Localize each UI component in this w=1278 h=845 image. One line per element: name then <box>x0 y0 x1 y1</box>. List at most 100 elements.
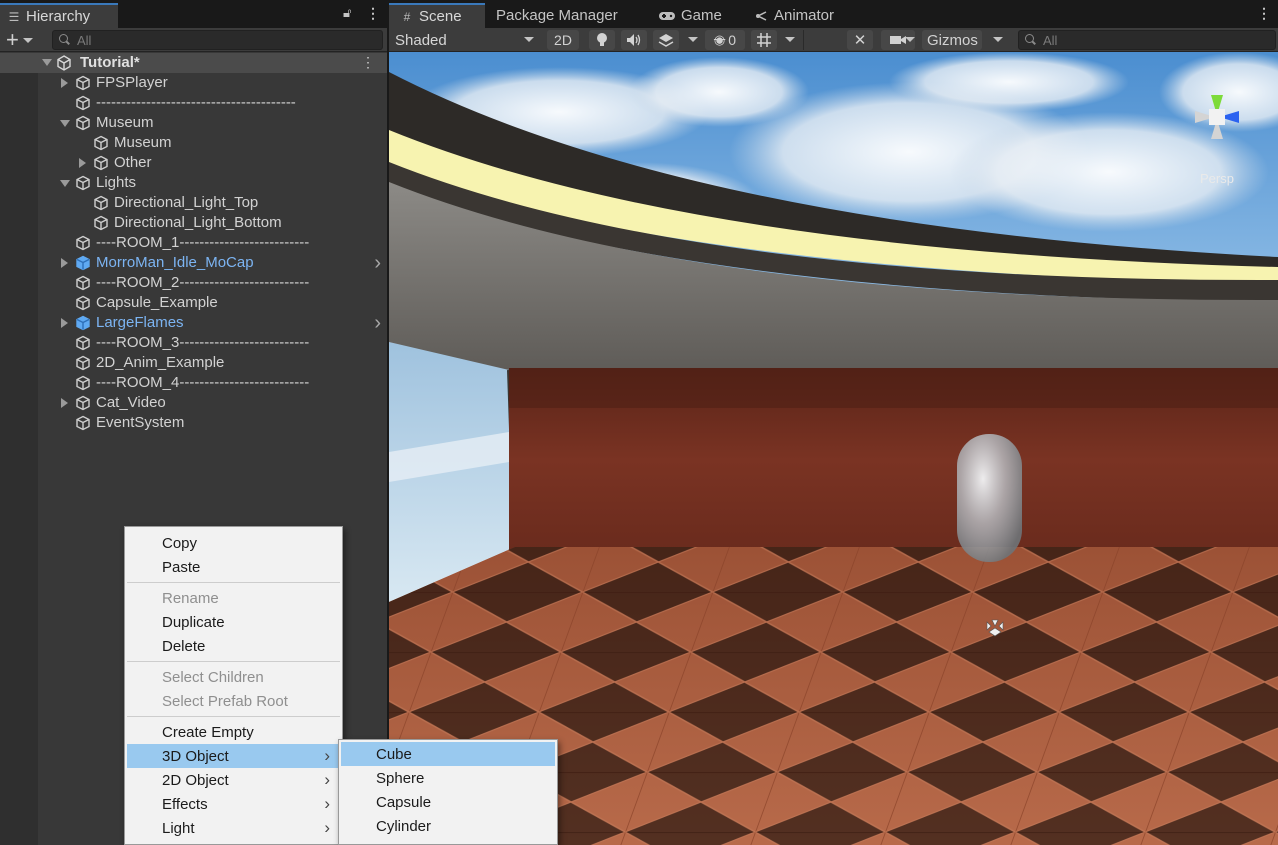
gameobject-cube-icon <box>93 135 109 151</box>
menu-item-label: Rename <box>162 589 219 607</box>
hierarchy-item[interactable]: ----ROOM_3-------------------------- <box>0 333 387 353</box>
chevron-down-icon <box>22 37 33 43</box>
tab-hierarchy-label: Hierarchy <box>26 8 91 25</box>
hierarchy-item[interactable]: Cat_Video <box>0 393 387 413</box>
menu-item-paste[interactable]: Paste <box>127 555 340 579</box>
submenu-item-sphere[interactable]: Sphere <box>341 766 555 790</box>
shading-mode-dropdown[interactable]: Shaded <box>389 30 539 50</box>
expand-arrow-icon[interactable] <box>79 158 86 168</box>
toolbar-separator <box>803 30 804 50</box>
menu-item-duplicate[interactable]: Duplicate <box>127 610 340 634</box>
menu-item-label: Copy <box>162 534 198 552</box>
lighting-toggle[interactable] <box>589 30 615 50</box>
hierarchy-item[interactable]: ----ROOM_4-------------------------- <box>0 373 387 393</box>
add-object-button[interactable]: + <box>6 28 33 52</box>
menu-item-label: Effects <box>162 795 208 813</box>
menu-item-3d-object[interactable]: 3D Object › <box>127 744 340 768</box>
prefab-open-chevron-icon[interactable]: › <box>374 312 381 335</box>
lock-icon[interactable]: 🔓︎ <box>343 5 351 21</box>
scene-name: Tutorial* <box>80 54 140 71</box>
hierarchy-item-label: 2D_Anim_Example <box>96 354 225 371</box>
tab-game[interactable]: Game <box>651 3 722 28</box>
hierarchy-item[interactable]: Directional_Light_Top <box>0 193 387 213</box>
submenu-arrow-icon: › <box>324 746 330 765</box>
hierarchy-item[interactable]: 2D_Anim_Example <box>0 353 387 373</box>
hierarchy-item[interactable]: Museum <box>0 113 387 133</box>
expand-arrow-icon[interactable] <box>61 78 68 88</box>
audio-toggle[interactable] <box>621 30 647 50</box>
layers-icon <box>658 34 674 47</box>
tab-animator[interactable]: Animator <box>748 3 834 28</box>
hierarchy-item[interactable]: Other <box>0 153 387 173</box>
menu-separator <box>127 661 340 662</box>
scene-kebab-icon[interactable]: ⋮ <box>1257 5 1271 22</box>
scene-search-input[interactable]: All <box>1018 30 1276 50</box>
shading-mode-value: Shaded <box>395 31 447 49</box>
hierarchy-item-label: Cat_Video <box>96 394 166 411</box>
tab-game-label: Game <box>681 7 722 24</box>
grid-toggle[interactable] <box>751 30 777 50</box>
hierarchy-item[interactable]: ----ROOM_1-------------------------- <box>0 233 387 253</box>
scene-viewport[interactable]: Persp <box>389 52 1278 845</box>
hierarchy-item[interactable]: Museum <box>0 133 387 153</box>
effects-toggle[interactable] <box>653 30 679 50</box>
hierarchy-item[interactable]: EventSystem <box>0 413 387 433</box>
collapse-arrow-icon[interactable] <box>60 180 70 187</box>
prefab-cube-icon <box>75 255 91 271</box>
submenu-item-cube[interactable]: Cube <box>341 742 555 766</box>
hierarchy-item[interactable]: Capsule_Example <box>0 293 387 313</box>
gameobject-cube-icon <box>75 415 91 431</box>
scene-root-row[interactable]: Tutorial* ⋮ <box>0 53 387 73</box>
scene-menu-icon[interactable]: ⋮ <box>361 54 375 71</box>
hidden-objects-toggle[interactable]: ◉ 0 <box>705 30 745 50</box>
hierarchy-item[interactable]: Lights <box>0 173 387 193</box>
expand-arrow-icon[interactable] <box>42 59 52 66</box>
tab-hierarchy[interactable]: ☰ Hierarchy <box>0 3 118 28</box>
hierarchy-item[interactable]: Directional_Light_Bottom <box>0 213 387 233</box>
gameobject-cube-icon <box>75 115 91 131</box>
scene-toolbar: Shaded 2D ◉ 0 ✕ Gizmos All <box>389 28 1278 52</box>
tab-package-manager[interactable]: Package Manager <box>490 3 618 28</box>
menu-item-rename: Rename <box>127 586 340 610</box>
grid-dropdown-icon[interactable] <box>785 37 795 42</box>
gizmos-dropdown-icon[interactable] <box>993 37 1003 42</box>
hierarchy-item[interactable]: ----ROOM_2-------------------------- <box>0 273 387 293</box>
tools-button[interactable]: ✕ <box>847 30 873 50</box>
submenu-item-cylinder[interactable]: Cylinder <box>341 814 555 838</box>
gamepad-icon <box>657 9 677 23</box>
expand-arrow-icon[interactable] <box>61 398 68 408</box>
tab-scene[interactable]: # Scene <box>389 3 485 28</box>
menu-item-2d-object[interactable]: 2D Object › <box>127 768 340 792</box>
menu-item-copy[interactable]: Copy <box>127 531 340 555</box>
hierarchy-item[interactable]: FPSPlayer <box>0 73 387 93</box>
submenu-3d-object: Cube Sphere Capsule Cylinder <box>338 739 558 845</box>
menu-item-delete[interactable]: Delete <box>127 634 340 658</box>
gameobject-cube-icon <box>75 275 91 291</box>
camera-dropdown-icon <box>905 37 915 42</box>
mode-2d-toggle[interactable]: 2D <box>547 30 579 50</box>
expand-arrow-icon[interactable] <box>61 318 68 328</box>
kebab-menu-icon[interactable]: ⋮ <box>366 5 380 22</box>
menu-item-light[interactable]: Light › <box>127 816 340 840</box>
prefab-cube-icon <box>75 315 91 331</box>
hierarchy-item[interactable]: MorroMan_Idle_MoCap › <box>0 252 387 275</box>
submenu-item-label: Cylinder <box>376 817 432 835</box>
hierarchy-item[interactable]: ---------------------------------------- <box>0 93 387 113</box>
hierarchy-item[interactable]: LargeFlames › <box>0 312 387 335</box>
submenu-arrow-icon: › <box>324 770 330 789</box>
menu-item-create-empty[interactable]: Create Empty <box>127 720 340 744</box>
menu-item-effects[interactable]: Effects › <box>127 792 340 816</box>
prefab-open-chevron-icon[interactable]: › <box>374 252 381 275</box>
hierarchy-toolbar: + All <box>0 28 387 52</box>
animator-icon <box>754 9 770 23</box>
hierarchy-search-input[interactable]: All <box>52 30 383 50</box>
expand-arrow-icon[interactable] <box>61 258 68 268</box>
gameobject-cube-icon <box>75 235 91 251</box>
submenu-item-capsule[interactable]: Capsule <box>341 790 555 814</box>
collapse-arrow-icon[interactable] <box>60 120 70 127</box>
effects-dropdown-icon[interactable] <box>688 37 698 42</box>
hierarchy-item-label: ----ROOM_4-------------------------- <box>96 374 310 391</box>
hierarchy-item-label: FPSPlayer <box>96 74 168 91</box>
gizmos-dropdown[interactable]: Gizmos <box>922 30 982 50</box>
persp-label[interactable]: Persp <box>1200 171 1234 186</box>
